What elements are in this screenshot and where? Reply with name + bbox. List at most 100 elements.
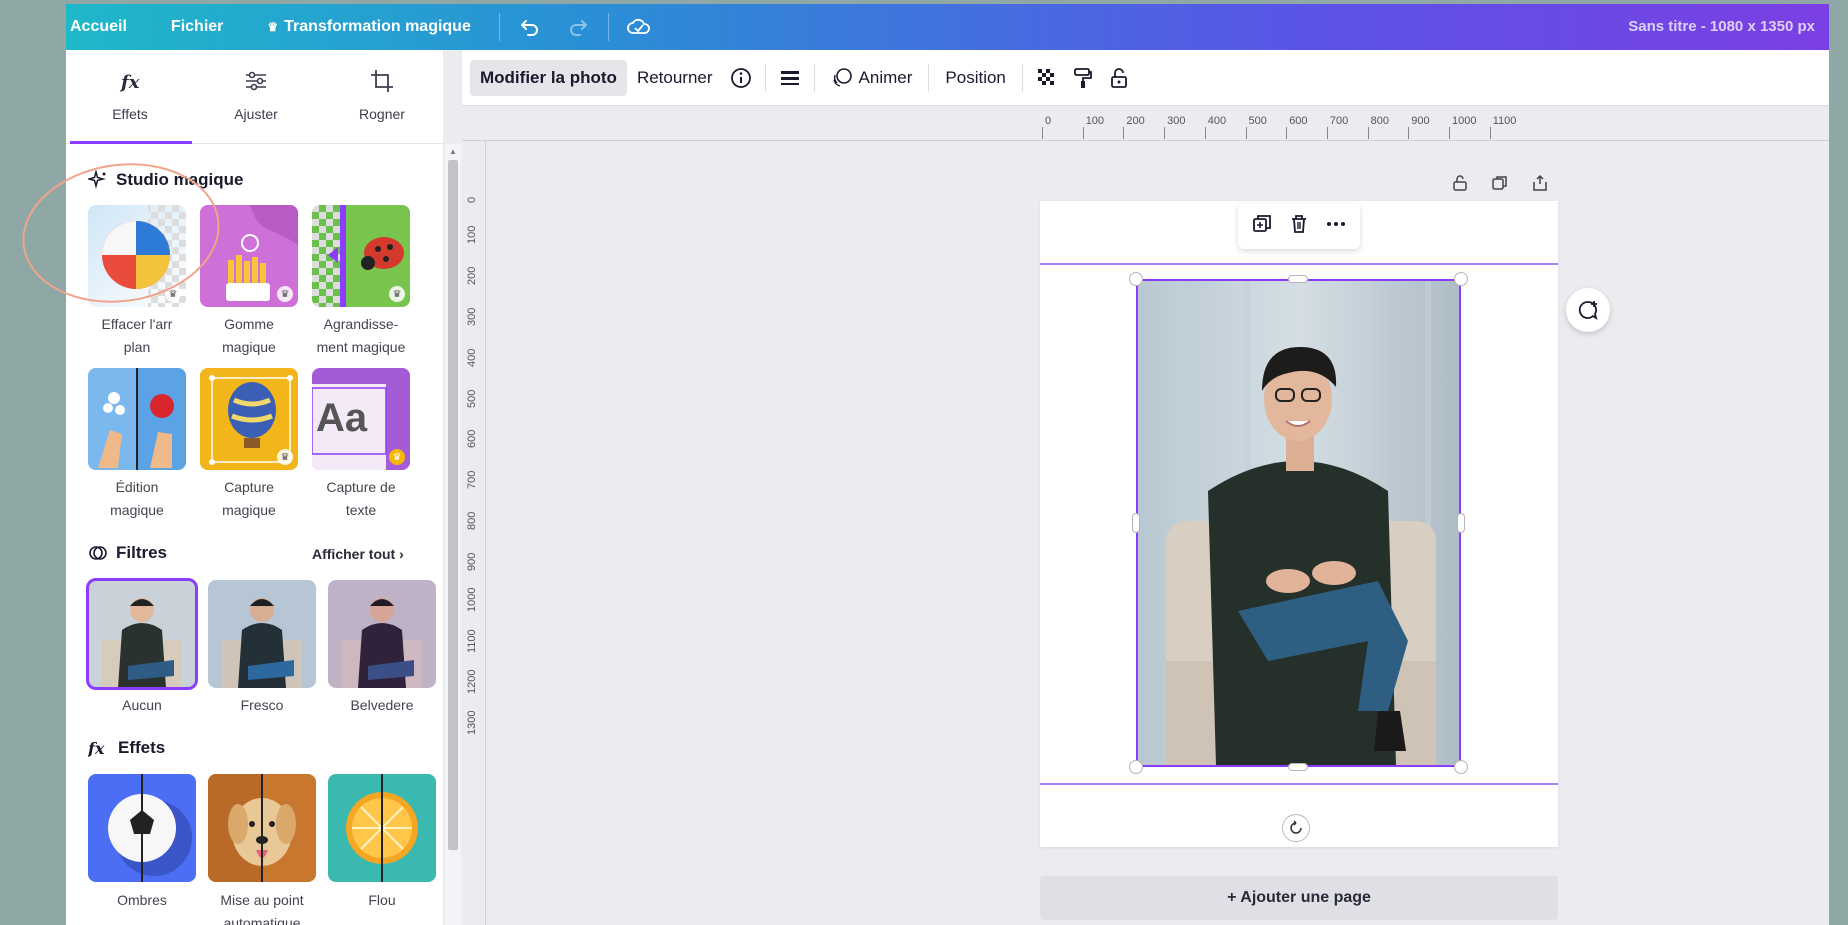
- resize-handle[interactable]: [1129, 272, 1143, 286]
- ruler-tick: [1164, 127, 1166, 139]
- tile-background-remover[interactable]: ♛: [88, 205, 186, 307]
- divider: [1021, 63, 1023, 92]
- flip-button[interactable]: Retourner: [627, 60, 723, 96]
- duplicate-page-button[interactable]: [1486, 169, 1514, 197]
- magic-switch-label: Transformation magique: [284, 18, 471, 35]
- info-icon: [730, 67, 751, 88]
- ruler-tick: [1204, 127, 1206, 139]
- edit-photo-button[interactable]: Modifier la photo: [470, 59, 627, 96]
- filter-label: Belvedere: [350, 697, 414, 713]
- cloud-check-icon: [627, 18, 650, 34]
- animate-button[interactable]: Animer: [821, 60, 923, 96]
- ruler-tick-label: 400: [466, 348, 478, 367]
- filter-fresco[interactable]: [208, 580, 316, 688]
- label-line: ment magique: [316, 339, 406, 355]
- duplicate-icon: [1253, 214, 1272, 232]
- resize-handle[interactable]: [1129, 760, 1143, 774]
- divider: [813, 63, 815, 92]
- crop-icon: [371, 70, 393, 92]
- filter-belvedere[interactable]: [328, 580, 436, 688]
- copy-style-button[interactable]: [1065, 60, 1101, 96]
- svg-text:fx: fx: [119, 72, 140, 93]
- view-all-filters-link[interactable]: Afficher tout ›: [312, 546, 404, 562]
- top-bar: Accueil Fichier ♛ Transformation magique…: [66, 4, 1829, 50]
- fx-icon: fx: [119, 72, 140, 93]
- file-menu[interactable]: Fichier: [149, 18, 245, 36]
- effect-blur[interactable]: [328, 774, 436, 882]
- ruler-tick-label: 400: [1207, 115, 1227, 127]
- tab-effects[interactable]: fx Effets: [70, 50, 192, 144]
- divider: [498, 13, 500, 41]
- guide-line: [1040, 263, 1558, 265]
- ruler-tick-label: 500: [466, 389, 478, 408]
- unlock-icon: [1453, 175, 1467, 191]
- selected-photo[interactable]: [1136, 279, 1461, 767]
- lock-button[interactable]: [1101, 60, 1137, 96]
- ruler-tick-label: 1100: [1492, 115, 1517, 127]
- tile-magic-eraser[interactable]: ♛: [200, 205, 298, 307]
- more-dots-icon: [1326, 221, 1345, 226]
- ruler-tick: [1245, 127, 1247, 139]
- resize-handle[interactable]: [1288, 275, 1308, 283]
- tile-label-magic-grab: Capture magique: [193, 476, 305, 522]
- add-page-button-small[interactable]: [1526, 169, 1554, 197]
- filters-icon: [88, 543, 108, 563]
- transparency-button[interactable]: [1029, 60, 1065, 96]
- delete-button[interactable]: [1288, 213, 1310, 240]
- ruler-tick-label: 1000: [1452, 115, 1477, 127]
- effect-auto-focus[interactable]: [208, 774, 316, 882]
- ruler-tick-label: 900: [1411, 115, 1430, 127]
- magic-switch-menu[interactable]: ♛ Transformation magique: [245, 18, 492, 36]
- resize-handle[interactable]: [1457, 513, 1465, 533]
- effect-shadows[interactable]: [88, 774, 196, 882]
- filter-none[interactable]: [86, 578, 198, 690]
- tile-magic-grab[interactable]: ♛: [200, 368, 298, 470]
- position-label: Position: [945, 67, 1006, 87]
- comment-button[interactable]: [1566, 288, 1610, 332]
- lock-page-button[interactable]: [1446, 169, 1474, 197]
- ruler-tick-label: 700: [1329, 115, 1349, 127]
- section-title-filters: Filtres: [88, 543, 167, 563]
- guide-line: [1040, 783, 1558, 785]
- ruler-tick-label: 1000: [466, 587, 478, 612]
- tab-adjust[interactable]: Ajuster: [196, 50, 316, 144]
- duplicate-button[interactable]: [1251, 213, 1273, 240]
- tile-grab-text[interactable]: Aa ♛: [312, 368, 410, 470]
- ruler-tick-label: 500: [1248, 115, 1267, 127]
- redo-button[interactable]: [554, 17, 602, 37]
- ruler-tick: [1082, 127, 1084, 139]
- side-panel: fx Effets Ajuster Rogner Studio magique: [66, 50, 443, 925]
- panel-scrollbar[interactable]: ▲: [445, 144, 461, 925]
- resize-handle[interactable]: [1288, 763, 1308, 771]
- document-title[interactable]: Sans titre - 1080 x 1350 px: [1628, 18, 1815, 35]
- resize-handle[interactable]: [1132, 513, 1140, 533]
- add-page-label: + Ajouter une page: [1227, 889, 1371, 906]
- more-options-button[interactable]: [1325, 213, 1347, 240]
- premium-crown-icon: ♛: [389, 286, 405, 302]
- add-page-button[interactable]: + Ajouter une page: [1040, 876, 1558, 920]
- info-button[interactable]: [723, 60, 759, 96]
- cloud-save-button[interactable]: [615, 17, 663, 37]
- undo-button[interactable]: [506, 17, 554, 37]
- ruler-tick-label: 300: [466, 307, 478, 326]
- tab-crop[interactable]: Rogner: [322, 50, 442, 144]
- file-label: Fichier: [170, 18, 224, 35]
- filter-preview-image: [88, 580, 196, 688]
- duplicate-icon: [1492, 176, 1507, 190]
- home-menu[interactable]: Accueil: [66, 18, 149, 36]
- resize-handle[interactable]: [1454, 760, 1468, 774]
- fx-icon: fx: [88, 738, 110, 758]
- resize-handle[interactable]: [1454, 272, 1468, 286]
- tab-adjust-label: Ajuster: [234, 106, 278, 122]
- rotate-button[interactable]: [1282, 814, 1310, 842]
- label-line: magique: [110, 502, 164, 518]
- label-line: Flou: [368, 892, 396, 908]
- scrollbar-thumb[interactable]: [448, 160, 458, 850]
- ruler-tick-label: 800: [466, 511, 478, 531]
- premium-crown-icon: ♛: [389, 449, 405, 465]
- tile-magic-edit[interactable]: [88, 368, 186, 470]
- position-button[interactable]: Position: [935, 60, 1015, 96]
- border-style-button[interactable]: [772, 60, 808, 96]
- ruler-tick-label: 300: [1167, 115, 1186, 127]
- tile-magic-expand[interactable]: ♛: [312, 205, 410, 307]
